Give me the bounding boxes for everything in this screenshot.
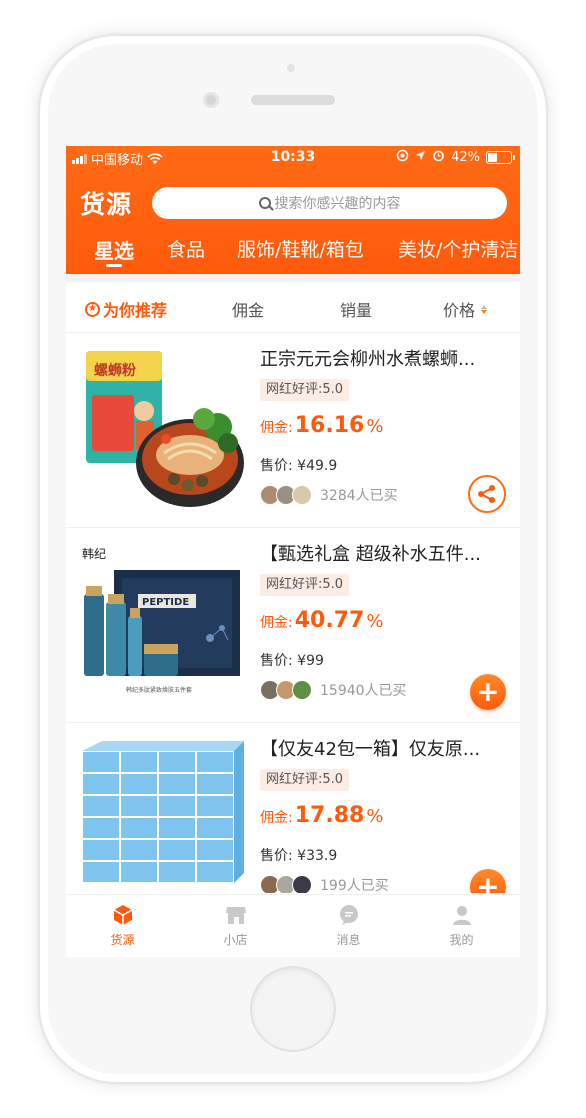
commission: 佣金:16.16%	[260, 413, 383, 438]
add-button[interactable]: +	[470, 869, 506, 893]
user-icon	[452, 906, 471, 925]
home-button[interactable]	[252, 968, 334, 1050]
tab-apparel[interactable]: 服饰/鞋靴/箱包	[237, 235, 364, 262]
plus-icon: +	[476, 870, 500, 894]
commission-value: 16.16	[294, 413, 365, 438]
front-camera	[203, 92, 219, 108]
rotation-lock-icon	[396, 149, 409, 166]
tab-xingxuan[interactable]: 星选	[94, 235, 134, 267]
battery-percent: 42%	[451, 150, 480, 165]
avatar	[292, 680, 312, 700]
buyers-row: 15940人已买	[260, 680, 407, 700]
sort-sales[interactable]: 销量	[340, 297, 372, 321]
rating-badge: 网红好评:5.0	[260, 379, 350, 401]
share-icon	[478, 485, 495, 503]
search-input[interactable]: 搜索你感兴趣的内容	[152, 187, 507, 219]
app-header: 中国移动 10:33 42% 货源 搜索你感兴趣的内容 星选 食品 服饰/鞋靴/…	[66, 146, 520, 274]
product-price: 售价: ¥33.9	[260, 848, 338, 864]
rating-badge: 网红好评:5.0	[260, 574, 350, 596]
tab-label: 消息	[336, 933, 361, 947]
buyer-count: 199人已买	[320, 878, 389, 893]
divider	[66, 274, 520, 282]
buyer-count: 15940人已买	[320, 683, 407, 699]
commission-label: 佣金:	[260, 420, 293, 436]
alarm-icon	[432, 149, 445, 166]
sort-bar: ★ 为你推荐 佣金 销量 价格	[66, 282, 520, 333]
proximity-sensor	[287, 64, 295, 72]
buyers-row: 199人已买	[260, 875, 389, 893]
battery-icon	[486, 151, 515, 164]
commission-value: 17.88	[294, 803, 365, 828]
commission: 佣金:40.77%	[260, 608, 383, 633]
category-tabs: 星选 食品 服饰/鞋靴/箱包 美妆/个护清洁	[66, 235, 520, 269]
commission-label: 佣金:	[260, 810, 293, 826]
product-price: 售价: ¥99	[260, 653, 324, 669]
commission: 佣金:17.88%	[260, 803, 383, 828]
search-placeholder: 搜索你感兴趣的内容	[274, 196, 401, 212]
sort-arrows-icon	[481, 304, 488, 314]
buyer-count: 3284人已买	[320, 488, 398, 504]
sort-recommend[interactable]: ★ 为你推荐	[85, 297, 167, 321]
plus-icon: +	[476, 675, 500, 708]
product-price: 售价: ¥49.9	[260, 458, 338, 474]
store-icon	[225, 907, 246, 924]
location-icon	[415, 150, 426, 165]
product-title[interactable]: 【甄选礼盒 超级补水五件...	[260, 540, 508, 566]
image-caption: 韩纪多肽紧致焕肤五件套	[126, 686, 192, 694]
product-image: 螺蛳粉	[78, 347, 244, 513]
tab-profile[interactable]: 我的	[405, 903, 518, 948]
tab-food[interactable]: 食品	[167, 235, 205, 262]
avatar	[292, 875, 312, 893]
brand-logo-text: 韩纪	[82, 546, 106, 561]
tab-label: 我的	[449, 933, 474, 947]
sort-commission[interactable]: 佣金	[232, 297, 264, 321]
bottom-tab-bar: 货源 小店 消息 我的	[66, 894, 520, 957]
box-icon	[113, 905, 132, 925]
avatar	[292, 485, 312, 505]
commission-value: 40.77	[294, 608, 365, 633]
sort-recommend-label: 为你推荐	[103, 301, 168, 320]
sort-price[interactable]: 价格	[443, 297, 488, 321]
tab-label: 货源	[110, 933, 135, 947]
product-title[interactable]: 正宗元元会柳州水煮螺蛳...	[260, 345, 508, 371]
app-screen: 中国移动 10:33 42% 货源 搜索你感兴趣的内容 星选 食品 服饰/鞋靴/…	[66, 146, 520, 957]
commission-label: 佣金:	[260, 615, 293, 631]
sort-price-label: 价格	[443, 301, 476, 320]
tab-beauty[interactable]: 美妆/个护清洁	[398, 235, 518, 262]
tab-supply[interactable]: 货源	[66, 903, 179, 948]
product-card[interactable]: 螺蛳粉 正宗元元会柳州水煮螺蛳... 网红好评:5.0 佣金:16.16 % 售…	[66, 333, 520, 528]
sort-sales-label: 销量	[340, 301, 373, 320]
add-button[interactable]: +	[470, 674, 506, 710]
buyers-row: 3284人已买	[260, 485, 398, 505]
tab-label: 小店	[223, 933, 248, 947]
product-logo-text: 螺蛳粉	[94, 362, 136, 379]
commission-unit: %	[366, 806, 384, 827]
box-label-text: PEPTIDE	[142, 597, 189, 608]
product-card[interactable]: 【仅友42包一箱】仅友原... 网红好评:5.0 佣金:17.88% 售价: ¥…	[66, 723, 520, 893]
commission-unit: %	[366, 611, 384, 632]
product-list: 螺蛳粉 正宗元元会柳州水煮螺蛳... 网红好评:5.0 佣金:16.16 % 售…	[66, 333, 520, 893]
header-row: 货源 搜索你感兴趣的内容	[66, 183, 520, 223]
message-icon	[339, 905, 358, 925]
share-button[interactable]	[468, 475, 506, 513]
star-icon: ★	[85, 301, 100, 317]
page-title: 货源	[80, 190, 133, 219]
tab-messages[interactable]: 消息	[292, 903, 405, 948]
product-title[interactable]: 【仅友42包一箱】仅友原...	[260, 735, 508, 761]
product-image: 韩纪 PEPTIDE 韩纪多肽紧致焕肤五件套	[78, 542, 244, 708]
rating-badge: 网红好评:5.0	[260, 769, 350, 791]
search-icon	[258, 197, 271, 209]
status-bar: 中国移动 10:33 42%	[66, 146, 520, 170]
product-image	[78, 737, 244, 893]
earpiece-speaker	[251, 95, 335, 105]
product-card[interactable]: 韩纪 PEPTIDE 韩纪多肽紧致焕肤五件套 【甄选礼盒 超级补水五件... 网…	[66, 528, 520, 723]
tab-store[interactable]: 小店	[179, 903, 292, 948]
sort-commission-label: 佣金	[232, 301, 265, 320]
commission-unit: %	[366, 416, 384, 437]
